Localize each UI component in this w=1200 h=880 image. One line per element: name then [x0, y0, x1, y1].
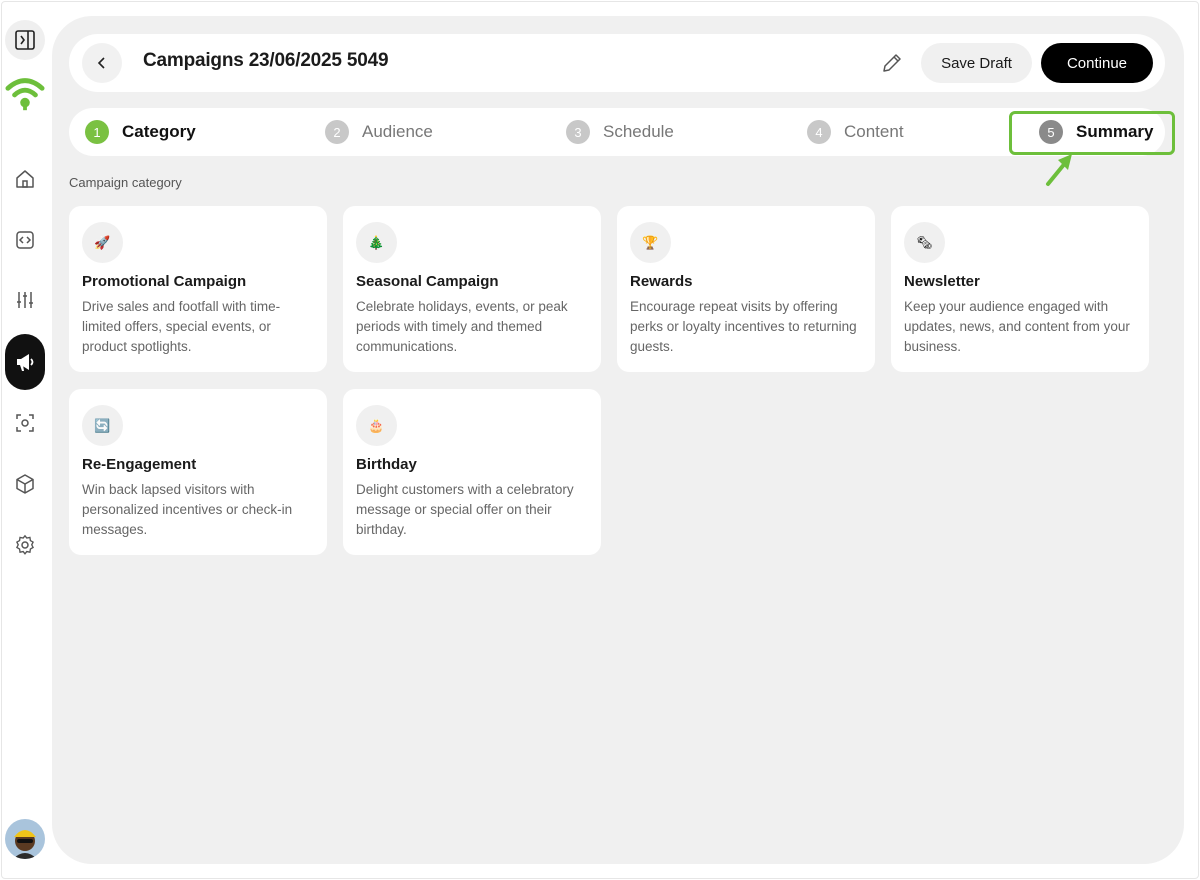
- card-seasonal-campaign[interactable]: 🎄 Seasonal Campaign Celebrate holidays, …: [343, 206, 601, 372]
- card-title: Seasonal Campaign: [356, 273, 499, 290]
- tree-icon: 🎄: [356, 222, 397, 263]
- cake-icon: 🎂: [356, 405, 397, 446]
- card-description: Drive sales and footfall with time-limit…: [82, 299, 281, 354]
- sidebar-toggle-icon[interactable]: [5, 20, 45, 60]
- step-label: Audience: [362, 122, 433, 141]
- gear-icon[interactable]: [5, 525, 45, 565]
- card-description: Delight customers with a celebratory mes…: [356, 482, 574, 537]
- header-bar: Campaigns 23/06/2025 5049 Save Draft Con…: [69, 34, 1165, 92]
- card-title: Promotional Campaign: [82, 273, 247, 290]
- step-number: 4: [807, 120, 831, 144]
- step-number: 3: [566, 120, 590, 144]
- wifi-logo-icon[interactable]: [5, 74, 45, 114]
- card-description: Encourage repeat visits by offering perk…: [630, 299, 857, 354]
- card-title: Re-Engagement: [82, 456, 197, 473]
- scan-icon[interactable]: [5, 403, 45, 443]
- card-re-engagement[interactable]: 🔄 Re-Engagement Win back lapsed visitors…: [69, 389, 327, 555]
- continue-button[interactable]: Continue: [1041, 43, 1153, 83]
- step-audience[interactable]: 2 Audience: [325, 120, 433, 144]
- summary-highlight-box: [1009, 111, 1175, 155]
- avatar[interactable]: [5, 819, 45, 859]
- home-icon[interactable]: [5, 159, 45, 199]
- rocket-icon: 🚀: [82, 222, 123, 263]
- sidebar: [0, 0, 52, 880]
- trophy-icon: 🏆: [630, 222, 671, 263]
- newspaper-icon: 🗞: [904, 222, 945, 263]
- card-title: Newsletter: [904, 273, 980, 290]
- stepper: 1 Category 2 Audience 3 Schedule 4 Conte…: [69, 108, 1165, 156]
- refresh-icon: 🔄: [82, 405, 123, 446]
- step-category[interactable]: 1 Category: [85, 120, 196, 144]
- step-label: Content: [844, 122, 904, 141]
- megaphone-icon[interactable]: [5, 334, 45, 390]
- step-schedule[interactable]: 3 Schedule: [566, 120, 674, 144]
- card-rewards[interactable]: 🏆 Rewards Encourage repeat visits by off…: [617, 206, 875, 372]
- sliders-icon[interactable]: [5, 280, 45, 320]
- arrow-pointer-icon: [1046, 154, 1072, 186]
- card-description: Celebrate holidays, events, or peak peri…: [356, 299, 568, 354]
- step-number: 1: [85, 120, 109, 144]
- step-content[interactable]: 4 Content: [807, 120, 904, 144]
- code-icon[interactable]: [5, 220, 45, 260]
- section-label: Campaign category: [69, 175, 182, 190]
- page-title: Campaigns 23/06/2025 5049: [143, 50, 389, 71]
- card-newsletter[interactable]: 🗞 Newsletter Keep your audience engaged …: [891, 206, 1149, 372]
- card-promotional-campaign[interactable]: 🚀 Promotional Campaign Drive sales and f…: [69, 206, 327, 372]
- step-label: Schedule: [603, 122, 674, 141]
- step-label: Category: [122, 122, 196, 141]
- card-description: Win back lapsed visitors with personaliz…: [82, 482, 293, 537]
- box-icon[interactable]: [5, 464, 45, 504]
- card-birthday[interactable]: 🎂 Birthday Delight customers with a cele…: [343, 389, 601, 555]
- back-button[interactable]: [82, 43, 122, 83]
- card-title: Birthday: [356, 456, 417, 473]
- step-number: 2: [325, 120, 349, 144]
- pencil-icon[interactable]: [880, 51, 904, 75]
- chevron-left-icon: [97, 57, 105, 69]
- card-title: Rewards: [630, 273, 693, 290]
- card-description: Keep your audience engaged with updates,…: [904, 299, 1130, 354]
- save-draft-button[interactable]: Save Draft: [921, 43, 1032, 83]
